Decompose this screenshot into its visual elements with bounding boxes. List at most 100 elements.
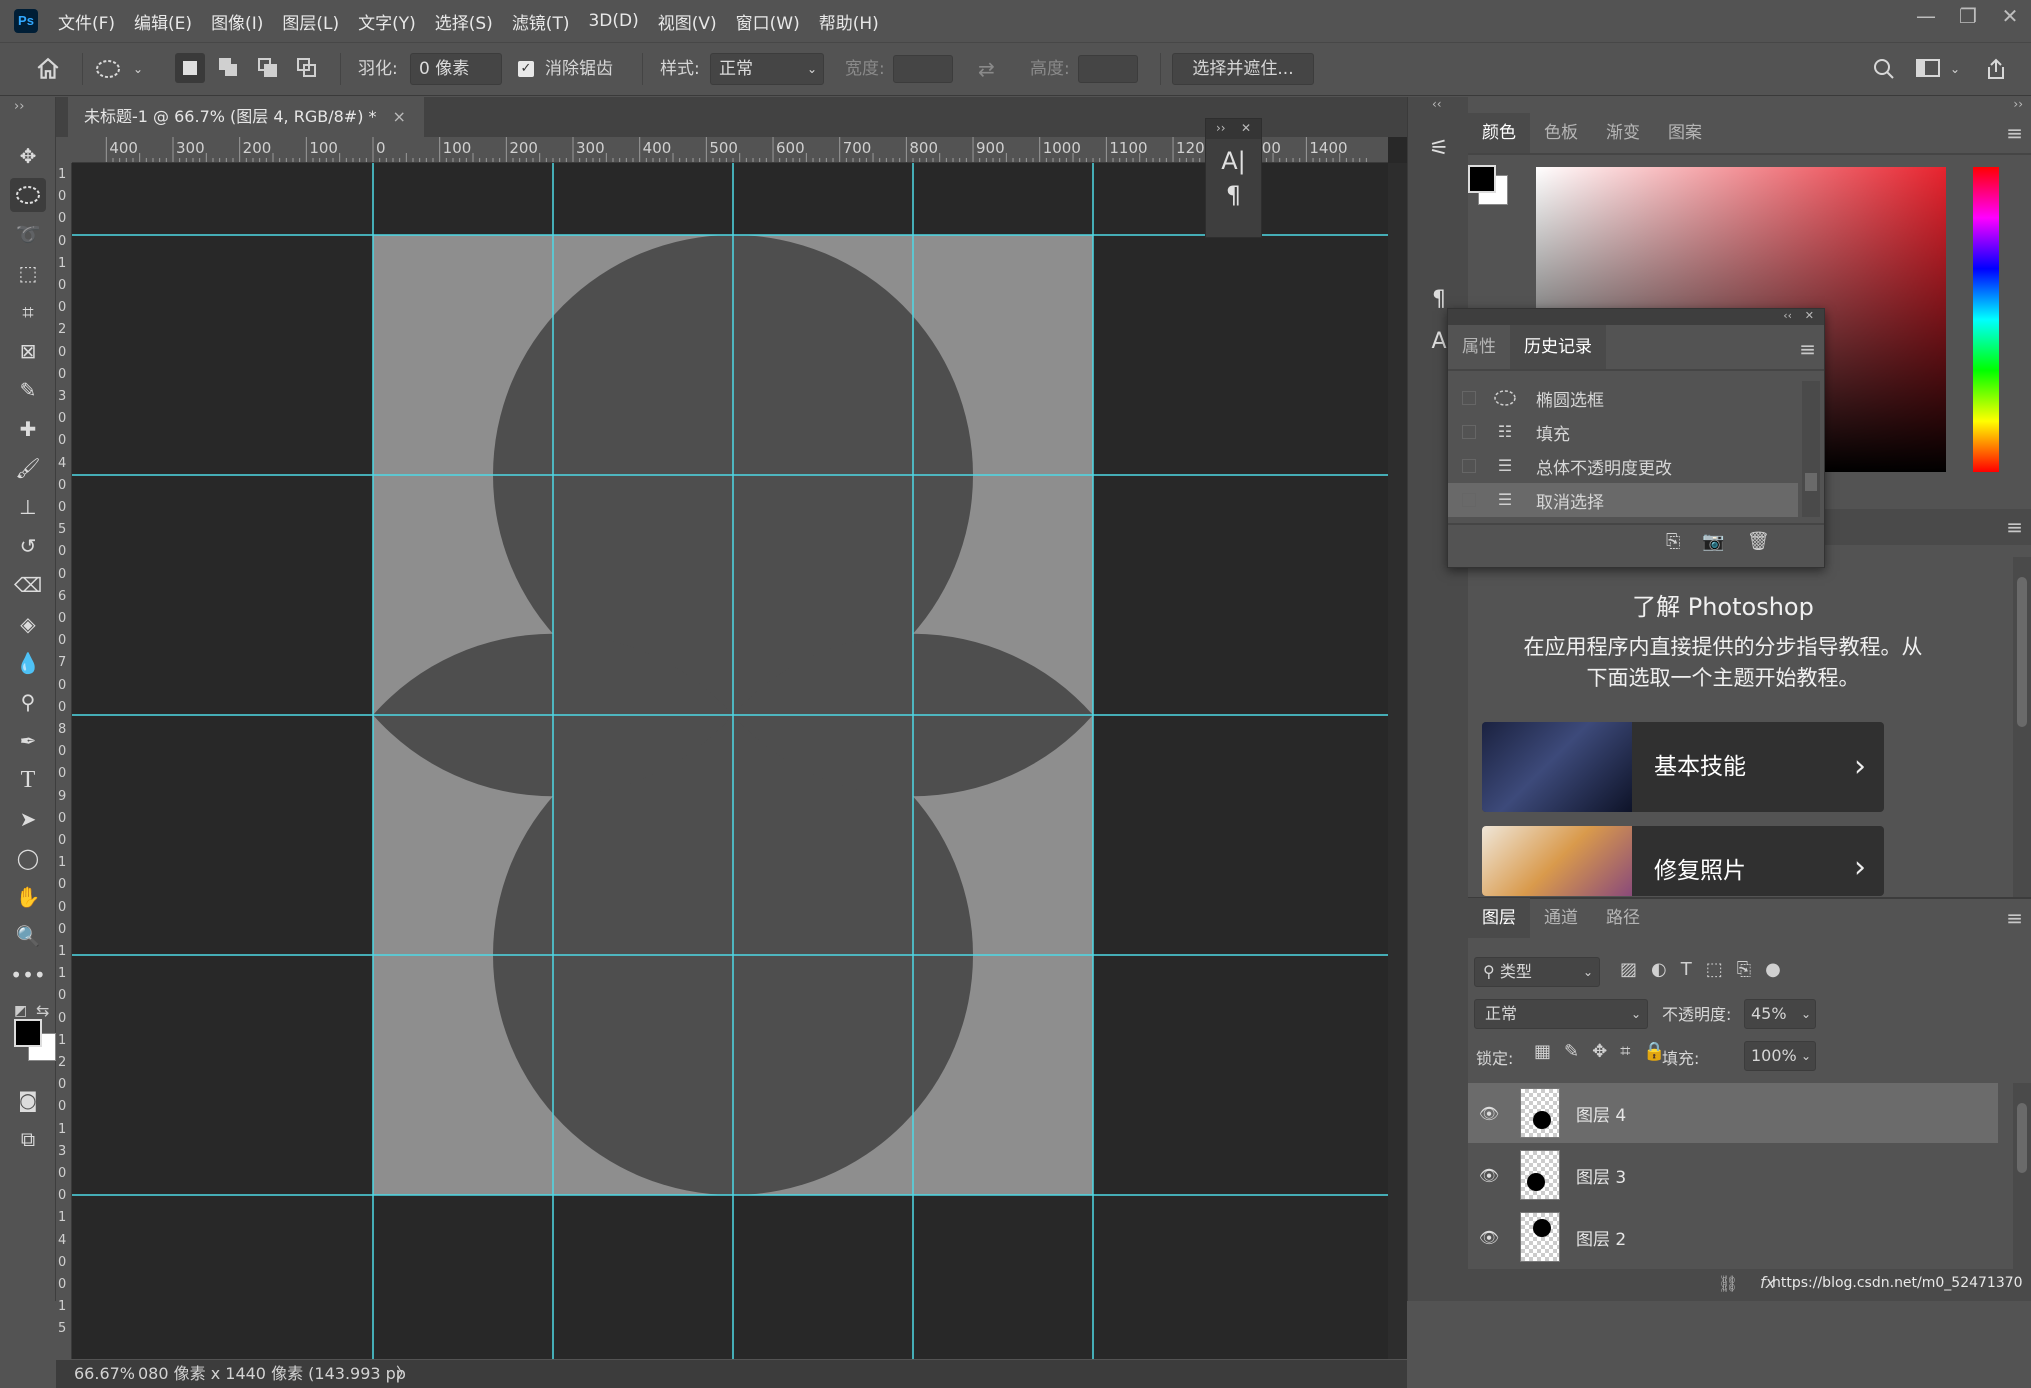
camera-icon[interactable]: 📷 (1702, 531, 1724, 552)
vertical-scrollbar[interactable] (1388, 163, 1407, 1359)
history-snapshot-checkbox[interactable] (1462, 459, 1476, 473)
default-colors-icon[interactable]: ◩ (14, 1003, 27, 1019)
learn-panel-menu-icon[interactable]: ≡ (2006, 515, 2023, 539)
collapse-right-icon[interactable]: ›› (2013, 97, 2023, 111)
height-input[interactable] (1078, 55, 1138, 83)
smart-object-filter-icon[interactable]: ⎘ (1737, 959, 1751, 980)
tab-swatches[interactable]: 色板 (1530, 113, 1592, 153)
close-panel-icon[interactable]: ✕ (1241, 121, 1251, 135)
eraser-tool[interactable]: ⌫ (10, 568, 46, 602)
path-select-tool[interactable]: ➤ (10, 802, 46, 836)
crop-tool[interactable]: ⌗ (10, 295, 46, 329)
document-tab[interactable]: 未标题-1 @ 66.7% (图层 4, RGB/8#) * × (68, 97, 424, 137)
tab-layers[interactable]: 图层 (1468, 898, 1530, 938)
object-select-tool[interactable]: ⬚ (10, 256, 46, 290)
tutorial-card-fix-photo[interactable]: 修复照片 › (1482, 826, 1884, 896)
adjustment-filter-icon[interactable]: ◐ (1651, 959, 1667, 980)
layer-filter-select[interactable]: ⚲ 类型 ⌄ (1474, 957, 1600, 987)
search-button[interactable] (1872, 52, 1896, 86)
pen-tool[interactable]: ✒ (10, 724, 46, 758)
ellipse-tool[interactable]: ◯ (10, 841, 46, 875)
width-input[interactable] (893, 55, 953, 83)
history-brush-tool[interactable]: ↺ (10, 529, 46, 563)
marquee-preset-picker[interactable]: ⌄ (95, 52, 151, 86)
zoom-level[interactable]: 66.67% (74, 1360, 135, 1388)
layers-panel-menu-icon[interactable]: ≡ (2006, 906, 2023, 930)
screen-mode-button[interactable]: ⧉ (10, 1122, 46, 1156)
learn-scrollbar[interactable] (2013, 557, 2031, 897)
canvas-viewport[interactable] (72, 163, 1388, 1359)
vertical-ruler[interactable]: 1 0 0 0 1 0 0 2 0 0 3 0 0 4 0 0 5 0 0 6 0 0 7 0 0 8 0 0 9 0 0 1 0 0 0 1 1 0 0 1… (56, 163, 72, 1359)
intersect-selection-button[interactable] (292, 53, 322, 83)
menu-edit[interactable]: 编辑(E) (134, 9, 192, 34)
clone-stamp-tool[interactable]: ⊥ (10, 490, 46, 524)
lock-artboard-icon[interactable]: ⌗ (1620, 1041, 1630, 1062)
color-panel-menu-icon[interactable]: ≡ (2006, 121, 2023, 145)
more-tools[interactable]: ••• (10, 958, 46, 992)
eye-icon[interactable]: 👁 (1468, 1166, 1510, 1185)
tab-history[interactable]: 历史记录 (1510, 325, 1606, 369)
link-layers-icon[interactable]: ⛓ (1718, 1274, 1738, 1293)
blur-tool[interactable]: 💧 (10, 646, 46, 680)
tab-channels[interactable]: 通道 (1530, 898, 1592, 938)
history-item-current[interactable]: ☰ 取消选择 (1448, 483, 1798, 517)
menu-help[interactable]: 帮助(H) (819, 9, 879, 34)
layer-row[interactable]: 👁 图层 2 (1468, 1207, 1998, 1267)
brush-settings-icon[interactable]: ⚟ (1418, 129, 1460, 169)
eye-icon[interactable]: 👁 (1468, 1228, 1510, 1247)
frame-tool[interactable]: ⊠ (10, 334, 46, 368)
add-selection-button[interactable] (214, 53, 244, 83)
eyedropper-tool[interactable]: ✎ (10, 373, 46, 407)
menu-select[interactable]: 选择(S) (435, 9, 493, 34)
history-snapshot-checkbox[interactable] (1462, 425, 1476, 439)
history-scrollbar[interactable] (1802, 381, 1820, 517)
opacity-input[interactable]: 45% ⌄ (1744, 999, 1816, 1029)
shape-filter-icon[interactable]: ⬚ (1706, 959, 1723, 980)
lock-position-icon[interactable]: ✥ (1592, 1041, 1607, 1062)
foreground-color-swatch[interactable] (14, 1019, 42, 1047)
color-fg-swatch[interactable] (1468, 165, 1496, 193)
layer-row[interactable]: 👁 图层 3 (1468, 1145, 1998, 1205)
healing-brush-tool[interactable]: ✚ (10, 412, 46, 446)
menu-image[interactable]: 图像(I) (211, 9, 263, 34)
menu-view[interactable]: 视图(V) (658, 9, 717, 34)
close-panel-icon[interactable]: ✕ (1805, 309, 1814, 322)
ellipse-marquee-tool[interactable] (10, 178, 46, 212)
menu-window[interactable]: 窗口(W) (736, 9, 800, 34)
select-and-mask-button[interactable]: 选择并遮住... (1172, 53, 1314, 85)
history-item[interactable]: ☰ 总体不透明度更改 (1448, 449, 1798, 483)
history-snapshot-checkbox[interactable] (1462, 493, 1476, 507)
style-select[interactable]: 正常 ⌄ (710, 53, 824, 85)
canvas[interactable] (72, 163, 1388, 1359)
collapse-icon[interactable]: ‹‹ (1432, 97, 1442, 111)
menu-filter[interactable]: 滤镜(T) (512, 9, 570, 34)
menu-layer[interactable]: 图层(L) (282, 9, 339, 34)
tab-properties[interactable]: 属性 (1448, 327, 1510, 367)
maximize-button[interactable]: ❐ (1947, 0, 1989, 36)
menu-3d[interactable]: 3D(D) (588, 11, 638, 31)
workspace-button[interactable]: ⌄ (1916, 52, 1960, 86)
zoom-tool[interactable]: 🔍 (10, 919, 46, 953)
paint-bucket-tool[interactable]: ◈ (10, 607, 46, 641)
pixel-filter-icon[interactable]: ▨ (1620, 959, 1637, 980)
close-window-button[interactable]: ✕ (1989, 0, 2031, 36)
tab-paths[interactable]: 路径 (1592, 898, 1654, 938)
brush-tool[interactable]: 🖌 (10, 451, 46, 485)
fill-input[interactable]: 100% ⌄ (1744, 1041, 1816, 1071)
collapse-panel-icon[interactable]: ‹‹ (1783, 309, 1792, 322)
swap-colors-icon[interactable]: ⇆ (36, 1001, 49, 1020)
layer-row[interactable]: 👁 图层 4 (1468, 1083, 1998, 1143)
hue-slider[interactable] (1973, 167, 1999, 472)
layers-scrollbar[interactable] (2013, 1083, 2031, 1273)
lock-transparency-icon[interactable]: ▦ (1534, 1041, 1551, 1062)
tutorial-card-basic-skills[interactable]: 基本技能 › (1482, 722, 1884, 812)
home-button[interactable] (30, 52, 66, 86)
feather-input[interactable]: 0 像素 (410, 53, 502, 85)
hand-tool[interactable]: ✋ (10, 880, 46, 914)
dodge-tool[interactable]: ⚲ (10, 685, 46, 719)
antialias-checkbox[interactable]: ✓ (518, 61, 534, 77)
status-menu-arrow[interactable]: 〉 (396, 1360, 412, 1388)
tab-gradients[interactable]: 渐变 (1592, 113, 1654, 153)
share-button[interactable] (1984, 52, 2008, 86)
new-selection-button[interactable] (175, 53, 205, 83)
